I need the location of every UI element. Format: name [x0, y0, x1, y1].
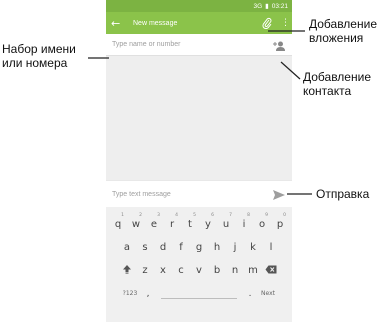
key-p[interactable]: 0p [271, 213, 289, 230]
key-v[interactable]: v [190, 265, 208, 276]
key-hint: 7 [229, 213, 232, 218]
period-key[interactable]: . [241, 289, 259, 299]
key-h[interactable]: h [208, 242, 226, 253]
comma-key[interactable]: , [139, 289, 157, 299]
shift-key-icon[interactable] [118, 264, 136, 277]
backspace-key-icon[interactable] [262, 265, 280, 277]
key-j[interactable]: j [226, 242, 244, 253]
key-i[interactable]: 8i [235, 213, 253, 230]
key-hint: 9 [265, 213, 268, 218]
key-label: q [114, 219, 122, 230]
keyboard-row-1: 1q 2w 3e 4r 5t 6y 7u 8i 9o 0p [106, 213, 292, 236]
key-m[interactable]: m [244, 265, 262, 276]
key-q[interactable]: 1q [109, 213, 127, 230]
symbols-key[interactable]: ?123 [121, 290, 139, 297]
key-label: t [188, 219, 192, 230]
callout-send: Отправка [316, 187, 370, 201]
key-hint: 3 [157, 213, 160, 218]
key-r[interactable]: 4r [163, 213, 181, 230]
key-o[interactable]: 9o [253, 213, 271, 230]
key-u[interactable]: 7u [217, 213, 235, 230]
space-bar[interactable] [161, 298, 237, 299]
key-n[interactable]: n [226, 265, 244, 276]
key-s[interactable]: s [136, 242, 154, 253]
paperclip-icon[interactable] [261, 16, 273, 30]
key-hint: 1 [121, 213, 124, 218]
keyboard-row-3: z x c v b n m [106, 259, 292, 282]
message-thread-area [106, 57, 292, 180]
status-bar: 3G ▮ 03:21 [106, 0, 292, 12]
compose-field[interactable]: Type text message [106, 180, 292, 207]
key-hint: 4 [175, 213, 178, 218]
key-label: e [150, 219, 158, 230]
key-label: w [131, 219, 141, 230]
phone-screen: 3G ▮ 03:21 ← New message ⋮ Type name or … [106, 0, 292, 322]
key-t[interactable]: 5t [181, 213, 199, 230]
key-label: u [222, 219, 230, 230]
key-g[interactable]: g [190, 242, 208, 253]
back-arrow-icon[interactable]: ← [111, 17, 127, 30]
key-hint: 2 [139, 213, 142, 218]
key-w[interactable]: 2w [127, 213, 145, 230]
key-f[interactable]: f [172, 242, 190, 253]
key-hint: 6 [211, 213, 214, 218]
key-hint: 5 [193, 213, 196, 218]
key-e[interactable]: 3e [145, 213, 163, 230]
recipient-placeholder: Type name or number [112, 41, 181, 48]
status-time: 03:21 [271, 2, 288, 10]
more-options-icon[interactable]: ⋮ [281, 18, 290, 28]
recipient-field[interactable]: Type name or number [106, 34, 292, 56]
key-label: o [258, 219, 266, 230]
battery-icon: ▮ [265, 3, 269, 10]
app-bar: ← New message ⋮ [106, 12, 292, 34]
callout-attachment: Добавление вложения [309, 17, 377, 45]
keyboard: 1q 2w 3e 4r 5t 6y 7u 8i 9o 0p a s d f g … [106, 207, 292, 322]
keyboard-row-4: ?123 , . Next [106, 282, 292, 305]
key-label: r [169, 219, 175, 230]
key-z[interactable]: z [136, 265, 154, 276]
key-c[interactable]: c [172, 265, 190, 276]
key-label: p [276, 219, 284, 230]
add-contact-icon[interactable] [272, 39, 286, 51]
key-hint: 0 [283, 213, 286, 218]
key-a[interactable]: a [118, 242, 136, 253]
callout-contact: Добавление контакта [303, 70, 371, 98]
compose-placeholder: Type text message [112, 190, 171, 198]
signal-indicator: 3G [253, 2, 263, 10]
keyboard-row-2: a s d f g h j k l [106, 236, 292, 259]
app-bar-title: New message [133, 19, 178, 27]
key-label: i [242, 219, 246, 230]
key-x[interactable]: x [154, 265, 172, 276]
key-l[interactable]: l [262, 242, 280, 253]
send-icon[interactable] [272, 188, 286, 200]
key-label: y [205, 219, 211, 230]
callout-recipient: Набор имени или номера [2, 42, 76, 70]
key-hint: 8 [247, 213, 250, 218]
key-b[interactable]: b [208, 265, 226, 276]
key-y[interactable]: 6y [199, 213, 217, 230]
next-key[interactable]: Next [259, 290, 277, 297]
key-k[interactable]: k [244, 242, 262, 253]
key-d[interactable]: d [154, 242, 172, 253]
